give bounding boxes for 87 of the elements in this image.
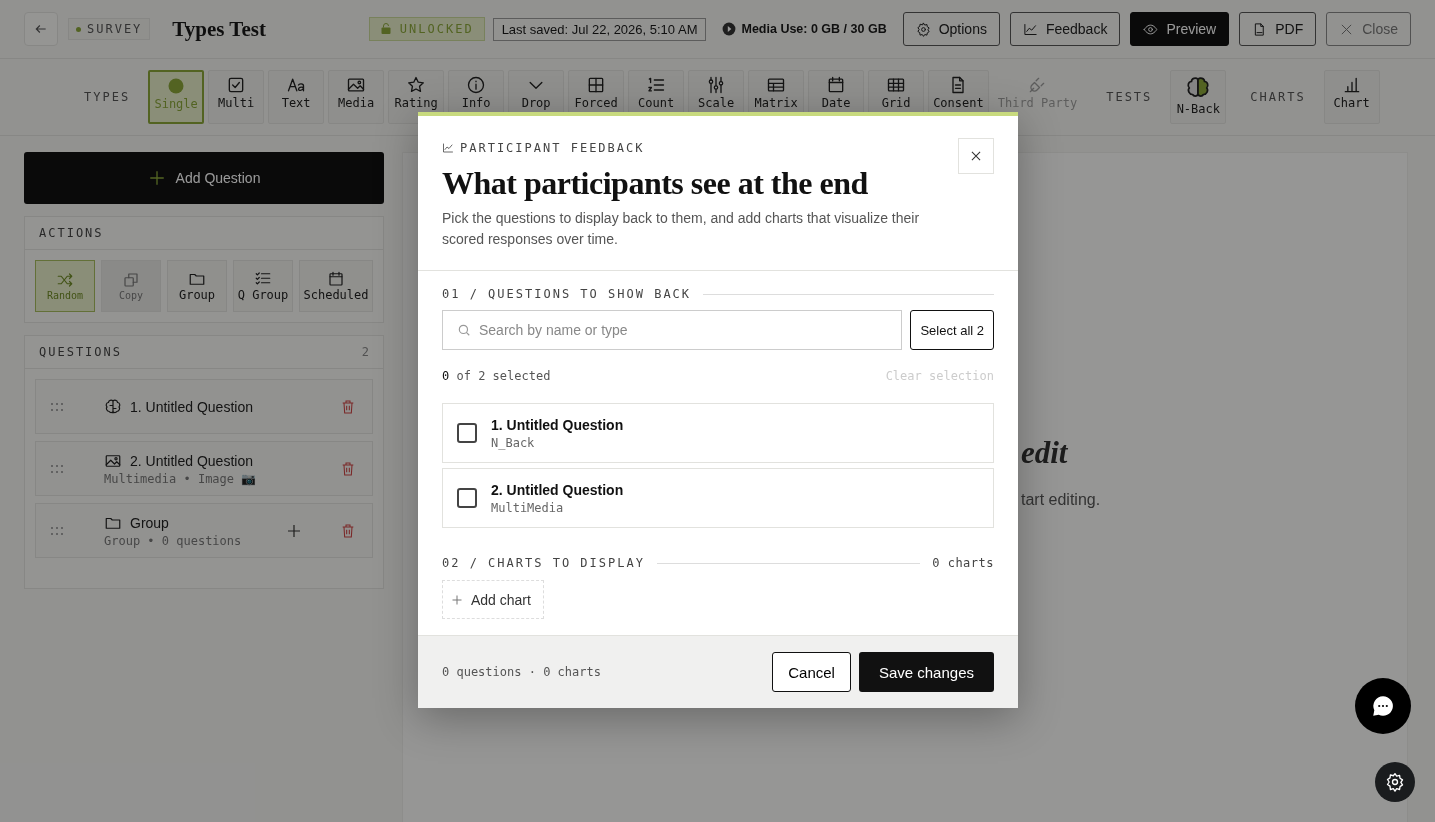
header-button[interactable]: Options xyxy=(902,12,1000,46)
section-label: 01 / QUESTIONS TO SHOW BACK xyxy=(442,287,692,301)
plus-icon xyxy=(147,169,166,187)
question-type-button[interactable]: Media xyxy=(328,70,385,124)
close-button[interactable] xyxy=(958,138,994,174)
question-item[interactable]: 1. Untitled Question xyxy=(35,379,373,434)
copy-icon xyxy=(122,271,140,289)
panel-title: QUESTIONS xyxy=(39,345,123,359)
chart-count: 0 charts xyxy=(932,556,994,570)
shuffle-icon xyxy=(56,271,74,289)
line-chart-icon xyxy=(442,142,454,154)
drag-handle-icon[interactable] xyxy=(50,525,64,536)
settings-icon xyxy=(915,21,931,37)
question-title: 1. Untitled Question xyxy=(130,398,253,415)
add-chart-button[interactable]: Add chart xyxy=(442,580,544,619)
option-title: 2. Untitled Question xyxy=(491,481,624,498)
section-label: 02 / CHARTS TO DISPLAY xyxy=(442,556,645,570)
header-button[interactable]: Close xyxy=(1326,12,1411,46)
chat-bubble-icon xyxy=(1370,693,1396,719)
last-saved-label: Last saved: Jul 22, 2026, 5:10 AM xyxy=(492,17,707,41)
search-icon xyxy=(457,323,471,337)
question-type-button[interactable]: Rating xyxy=(388,70,445,124)
footer-summary: 0 questions · 0 charts xyxy=(442,665,602,679)
checkbox[interactable] xyxy=(457,423,477,443)
toolbar-section-label: TESTS xyxy=(1106,90,1153,104)
toolbar-section-label: CHARTS xyxy=(1250,90,1306,104)
search-field[interactable]: Search by name or type xyxy=(442,310,903,350)
question-type-button[interactable]: Text xyxy=(268,70,325,124)
cancel-button[interactable]: Cancel xyxy=(772,652,851,692)
question-item[interactable]: Group Group • 0 questions xyxy=(35,503,373,558)
question-subtitle: Group • 0 questions xyxy=(104,533,243,548)
add-icon[interactable] xyxy=(286,522,302,539)
question-count: 2 xyxy=(361,345,369,359)
checkbox[interactable] xyxy=(457,488,477,508)
save-button[interactable]: Save changes xyxy=(858,652,994,692)
survey-title: Types Test xyxy=(172,16,266,42)
dialog-description: Pick the questions to display back to them, and add charts that visualize their scored responses over time. xyxy=(442,209,921,249)
question-title: 2. Untitled Question xyxy=(130,452,253,469)
back-button[interactable] xyxy=(24,12,58,46)
play-icon xyxy=(722,22,737,36)
action-button[interactable]: Scheduled xyxy=(299,260,373,312)
header-button[interactable]: Feedback xyxy=(1009,12,1121,46)
selection-count: 0 of 2 selected xyxy=(442,369,551,383)
action-button[interactable]: Group xyxy=(167,260,227,312)
question-type-button[interactable]: Multi xyxy=(208,70,265,124)
delete-icon[interactable] xyxy=(340,398,356,415)
option-type: MultiMedia xyxy=(491,500,565,515)
lock-status-badge: UNLOCKED xyxy=(368,17,485,41)
dialog-title: What participants see at the end xyxy=(442,165,869,202)
info-icon xyxy=(466,75,487,95)
question-subtitle: Multimedia • Image 📷 xyxy=(104,471,258,486)
question-option[interactable]: 2. Untitled Question MultiMedia xyxy=(442,468,994,528)
question-title: Group xyxy=(130,514,169,531)
back-arrow-icon xyxy=(34,22,48,36)
calendar-icon xyxy=(327,269,345,288)
delete-icon[interactable] xyxy=(340,522,356,539)
numbered-list-icon xyxy=(646,75,667,95)
delete-icon[interactable] xyxy=(340,460,356,477)
empty-state-text: tart editing. xyxy=(1021,491,1102,509)
settings-icon xyxy=(1385,772,1405,792)
question-type-button[interactable]: N-Back xyxy=(1170,70,1227,124)
question-option[interactable]: 1. Untitled Question N_Back xyxy=(442,403,994,463)
option-type: N_Back xyxy=(491,435,536,450)
drag-handle-icon[interactable] xyxy=(50,463,64,474)
plus-icon xyxy=(451,593,463,606)
panel-title: ACTIONS xyxy=(39,226,104,240)
survey-badge: SURVEY xyxy=(68,18,151,40)
dialog-eyebrow: PARTICIPANT FEEDBACK xyxy=(460,141,645,155)
brain-icon xyxy=(104,397,122,416)
star-icon xyxy=(406,75,427,95)
empty-state-heading: edit xyxy=(1021,435,1069,471)
toolbar-section-label: TYPES xyxy=(84,90,131,104)
close-icon xyxy=(969,149,983,163)
question-type-button[interactable]: Chart xyxy=(1323,70,1380,124)
line-chart-icon xyxy=(1022,21,1038,37)
action-button[interactable]: Q Group xyxy=(233,260,293,312)
eye-icon xyxy=(1143,21,1159,37)
drag-handle-icon[interactable] xyxy=(50,401,64,412)
select-all-button[interactable]: Select all 2 xyxy=(910,310,994,350)
question-item[interactable]: 2. Untitled Question Multimedia • Image 📷 xyxy=(35,441,373,496)
option-title: 1. Untitled Question xyxy=(491,416,624,433)
letters-icon xyxy=(286,75,307,95)
header-button[interactable]: PDF xyxy=(1239,12,1317,46)
add-question-button[interactable]: Add Question xyxy=(24,152,384,204)
checklist-icon xyxy=(254,269,272,288)
header-button[interactable]: Preview xyxy=(1130,12,1230,46)
media-use-label: Media Use: 0 GB / 30 GB xyxy=(722,22,887,36)
